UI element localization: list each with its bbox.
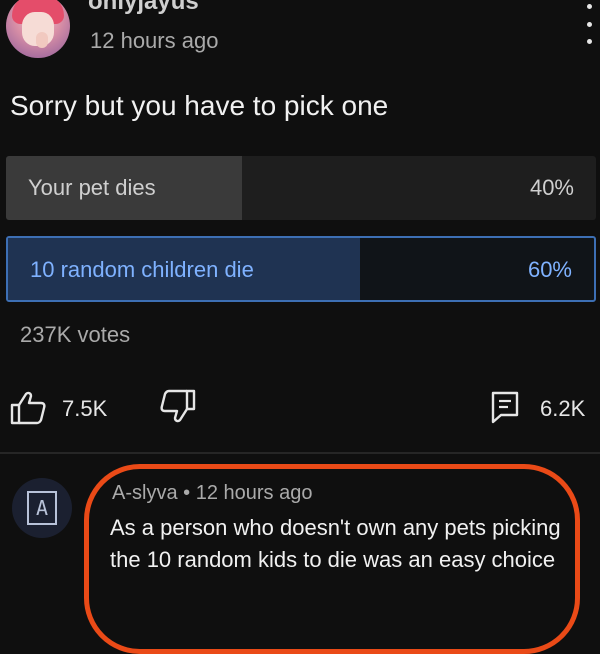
- action-row: 7.5K 6.2K: [0, 386, 600, 430]
- post-text: Sorry but you have to pick one: [10, 90, 389, 121]
- post-time-ago: 12 hours ago: [90, 28, 219, 53]
- thumbs-down-icon[interactable]: [158, 388, 198, 424]
- comment-text: As a person who doesn't own any pets pic…: [110, 515, 561, 572]
- poll-option-2-label: 10 random children die: [30, 257, 254, 282]
- comment-avatar-letter: A: [27, 491, 57, 525]
- comment-count[interactable]: 6.2K: [540, 396, 585, 422]
- post-header: onlyjayus 12 hours ago: [0, 0, 600, 80]
- poll-option-1[interactable]: Your pet dies 40%: [6, 156, 596, 220]
- poll-option-2[interactable]: 10 random children die 60%: [6, 236, 596, 302]
- comment-separator: •: [183, 482, 191, 504]
- poll-option-1-label: Your pet dies: [28, 175, 156, 200]
- channel-name[interactable]: onlyjayus: [88, 0, 199, 16]
- poll-votes: 237K votes: [20, 322, 131, 347]
- comment-time-ago: 12 hours ago: [195, 482, 313, 504]
- poll-option-2-percent: 60%: [527, 257, 572, 282]
- divider: [0, 452, 600, 454]
- avatar-hand: [36, 32, 48, 48]
- like-count: 7.5K: [62, 396, 108, 421]
- more-vertical-icon[interactable]: [584, 4, 594, 44]
- comment-icon[interactable]: [490, 390, 520, 424]
- poll-option-1-percent: 40%: [529, 175, 574, 200]
- channel-avatar[interactable]: [6, 0, 70, 58]
- comment-meta: A-slyva • 12 hours ago: [112, 482, 312, 505]
- comment-author[interactable]: A-slyva: [112, 482, 178, 504]
- comment-avatar[interactable]: A: [12, 478, 72, 538]
- thumbs-up-icon[interactable]: [8, 390, 48, 426]
